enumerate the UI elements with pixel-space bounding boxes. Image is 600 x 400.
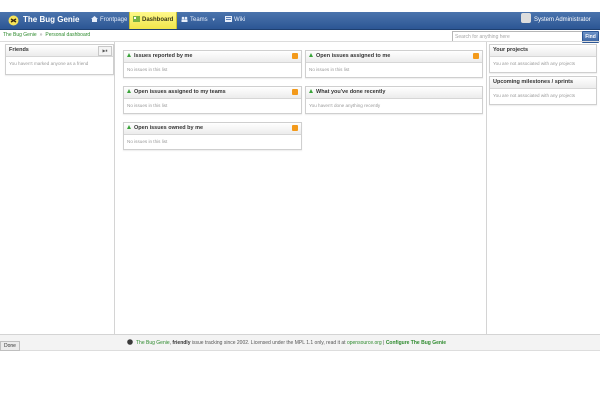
milestones-header: Upcoming milestones / sprints bbox=[490, 77, 596, 89]
nav-teams-label: Teams bbox=[190, 17, 208, 23]
arrow-up-icon bbox=[127, 89, 131, 93]
right-sidebar: Your projects You are not associated wit… bbox=[486, 42, 600, 334]
nav-frontpage[interactable]: Frontpage bbox=[88, 12, 130, 29]
footer-license-text: issue tracking since 2002. Licensed unde… bbox=[191, 340, 346, 346]
nav-wiki[interactable]: Wiki bbox=[222, 12, 248, 29]
footer-text: The Bug Genie, friendly issue tracking s… bbox=[127, 339, 446, 346]
friends-box: Friends ▶⏸ You haven't marked anyone as … bbox=[5, 44, 114, 75]
recent-activity-header: What you've done recently bbox=[306, 87, 482, 99]
recent-activity-title: What you've done recently bbox=[316, 89, 386, 95]
team-icon bbox=[181, 16, 188, 22]
breadcrumb: The Bug Genie» Personal dashboard bbox=[3, 32, 90, 38]
open-teams-empty: No issues in this list bbox=[127, 103, 168, 108]
rss-feed-icon[interactable] bbox=[292, 125, 298, 131]
app-title[interactable]: The Bug Genie bbox=[23, 15, 79, 24]
footer-opensource-link[interactable]: opensource.org bbox=[347, 340, 382, 346]
open-owned-header: Open issues owned by me bbox=[124, 123, 301, 135]
rss-feed-icon[interactable] bbox=[292, 89, 298, 95]
recent-activity-empty: You haven't done anything recently bbox=[309, 103, 381, 108]
open-assigned-title: Open issues assigned to me bbox=[316, 53, 391, 59]
rss-feed-icon[interactable] bbox=[292, 53, 298, 59]
nav-wiki-label: Wiki bbox=[234, 17, 246, 23]
open-assigned-empty: No issues in this list bbox=[309, 67, 350, 72]
footer-separator: | bbox=[383, 340, 385, 346]
your-projects-box: Your projects You are not associated wit… bbox=[489, 44, 597, 73]
top-navigation-bar: The Bug Genie Frontpage Dashboard Teams … bbox=[0, 12, 600, 30]
your-projects-empty: You are not associated with any projects bbox=[493, 61, 576, 66]
bug-genie-footer-icon bbox=[127, 339, 133, 345]
wiki-icon bbox=[225, 16, 232, 22]
friends-toggle-button[interactable]: ▶⏸ bbox=[98, 46, 112, 56]
footer-configure-link[interactable]: Configure The Bug Genie bbox=[386, 340, 446, 346]
milestones-box: Upcoming milestones / sprints You are no… bbox=[489, 76, 597, 105]
arrow-up-icon bbox=[309, 89, 313, 93]
open-owned-empty: No issues in this list bbox=[127, 139, 168, 144]
nav-dashboard-label: Dashboard bbox=[142, 17, 174, 23]
left-sidebar: Friends ▶⏸ You haven't marked anyone as … bbox=[0, 42, 115, 334]
chevron-down-icon: ▾ bbox=[212, 17, 215, 23]
breadcrumb-current-link[interactable]: Personal dashboard bbox=[45, 32, 90, 38]
dashboard-icon bbox=[133, 16, 140, 22]
nav-dashboard[interactable]: Dashboard bbox=[129, 12, 178, 29]
issues-reported-header: Issues reported by me bbox=[124, 51, 301, 63]
open-teams-header: Open issues assigned to my teams bbox=[124, 87, 301, 99]
footer: The Bug Genie, friendly issue tracking s… bbox=[0, 335, 600, 351]
home-icon bbox=[91, 16, 98, 22]
footer-friendly: friendly bbox=[172, 340, 191, 346]
breadcrumb-root-link[interactable]: The Bug Genie bbox=[3, 32, 37, 38]
open-teams-box: Open issues assigned to my teams No issu… bbox=[123, 86, 302, 114]
nav-frontpage-label: Frontpage bbox=[100, 17, 128, 23]
open-assigned-box: Open issues assigned to me No issues in … bbox=[305, 50, 483, 78]
arrow-up-icon bbox=[309, 53, 313, 57]
user-menu[interactable]: System Administrator bbox=[521, 12, 591, 29]
arrow-up-icon bbox=[127, 53, 131, 57]
user-name: System Administrator bbox=[534, 17, 591, 23]
arrow-up-icon bbox=[127, 125, 131, 129]
open-owned-title: Open issues owned by me bbox=[134, 125, 204, 131]
avatar bbox=[521, 13, 531, 23]
open-teams-title: Open issues assigned to my teams bbox=[134, 89, 226, 95]
breadcrumb-separator: » bbox=[39, 32, 43, 38]
bug-genie-logo-icon bbox=[8, 15, 19, 26]
open-owned-box: Open issues owned by me No issues in thi… bbox=[123, 122, 302, 150]
issues-reported-title: Issues reported by me bbox=[134, 53, 193, 59]
milestones-empty: You are not associated with any projects bbox=[493, 93, 576, 98]
rss-feed-icon[interactable] bbox=[473, 53, 479, 59]
open-assigned-header: Open issues assigned to me bbox=[306, 51, 482, 63]
friends-empty-text: You haven't marked anyone as a friend bbox=[9, 61, 89, 66]
friends-box-header: Friends ▶⏸ bbox=[6, 45, 113, 57]
nav-teams[interactable]: Teams ▾ bbox=[178, 12, 218, 29]
friends-title: Friends bbox=[9, 47, 29, 53]
footer-brand-link[interactable]: The Bug Genie bbox=[136, 340, 170, 346]
your-projects-header: Your projects bbox=[490, 45, 596, 57]
status-done-button[interactable]: Done bbox=[0, 341, 20, 351]
issues-reported-box: Issues reported by me No issues in this … bbox=[123, 50, 302, 78]
recent-activity-box: What you've done recently You haven't do… bbox=[305, 86, 483, 114]
issues-reported-empty: No issues in this list bbox=[127, 67, 168, 72]
